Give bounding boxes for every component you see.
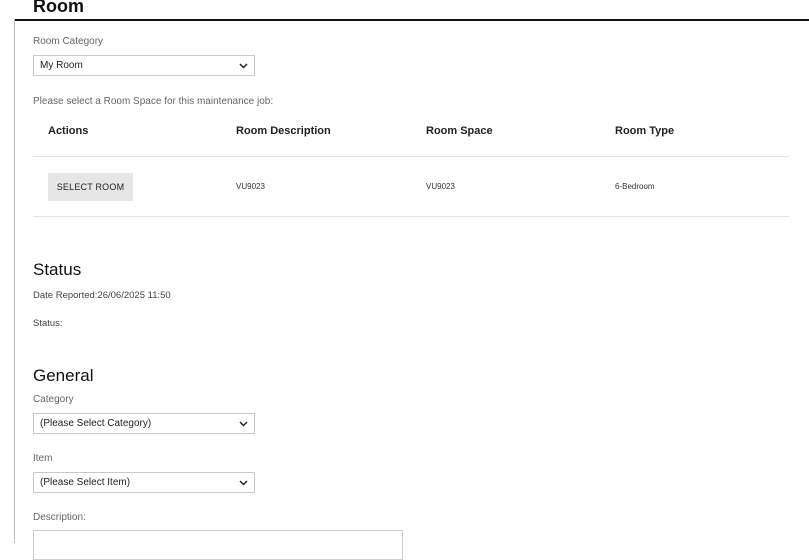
room-space-prompt: Please select a Room Space for this main… [33,96,274,107]
item-select[interactable]: (Please Select Item) [33,472,255,493]
chevron-down-icon [232,62,254,69]
room-space-cell: VU9023 [426,182,455,191]
item-label: Item [33,453,53,464]
room-category-select[interactable]: My Room [33,55,255,76]
table-header-room-space: Room Space [426,125,493,137]
chevron-down-icon [232,479,254,486]
table-header-room-description: Room Description [236,125,331,137]
select-room-button[interactable]: SELECT ROOM [48,173,133,201]
top-border [14,19,809,21]
status-label: Status: [33,318,63,329]
left-border [14,19,15,543]
table-header-divider [33,156,789,157]
category-value: (Please Select Category) [40,418,152,429]
room-category-value: My Room [40,60,83,71]
table-header-room-type: Room Type [615,125,675,137]
item-value: (Please Select Item) [40,477,131,488]
general-title: General [33,366,94,385]
description-textarea[interactable] [33,530,403,560]
category-select[interactable]: (Please Select Category) [33,413,255,434]
status-title: Status [33,260,82,279]
date-reported: Date Reported:26/06/2025 11:50 [33,290,171,301]
room-description-cell: VU9023 [236,182,265,191]
left-margin [0,0,12,543]
table-row-divider [33,216,789,217]
room-type-cell: 6-Bedroom [615,182,655,191]
description-label: Description: [33,512,86,523]
room-heading: Room [33,0,84,16]
table-header-actions: Actions [48,125,89,137]
category-label: Category [33,394,74,405]
room-category-label: Room Category [33,36,104,47]
chevron-down-icon [232,420,254,427]
